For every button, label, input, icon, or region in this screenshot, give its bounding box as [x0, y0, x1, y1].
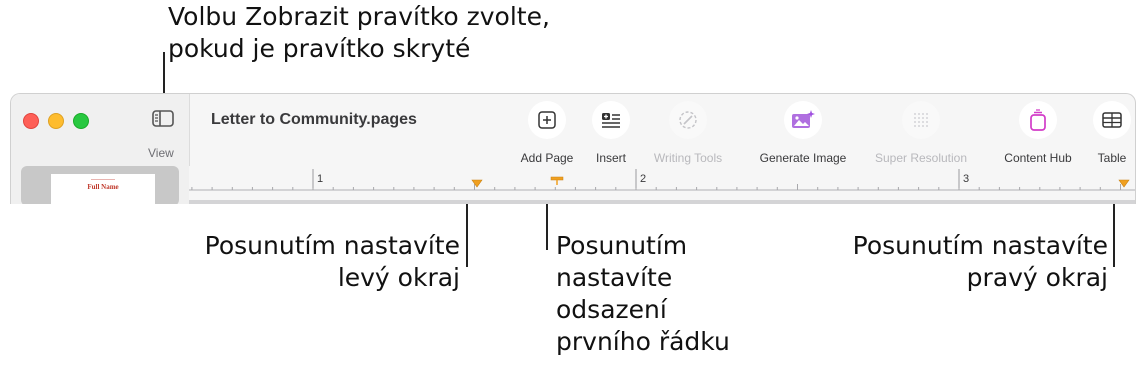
zoom-window-button[interactable]: [73, 113, 89, 129]
callout-left-margin: Posunutím nastavíte levý okraj: [204, 231, 460, 292]
callout-first-line-indent: Posunutím nastavíte odsazení prvního řád…: [556, 231, 730, 356]
close-window-button[interactable]: [23, 113, 39, 129]
insert-icon: [602, 113, 620, 128]
horizontal-ruler[interactable]: 1 2 3: [189, 166, 1135, 202]
table-button[interactable]: Table: [1087, 101, 1135, 165]
ruler-number-3: 3: [963, 173, 970, 185]
writing-tools-label: Writing Tools: [653, 151, 723, 165]
pages-window: View Full Name Letter to Community.pages…: [10, 93, 1136, 204]
leader-line-left-margin: [466, 197, 468, 267]
ruler-number-2: 2: [640, 173, 647, 185]
add-page-label: Add Page: [520, 151, 574, 165]
add-page-button[interactable]: Add Page: [507, 101, 587, 165]
sidebar: View Full Name: [11, 94, 190, 204]
super-resolution-button[interactable]: Super Resolution: [865, 101, 977, 165]
thumbnail-rule: [91, 179, 115, 180]
callout-right-margin: Posunutím nastavíte pravý okraj: [852, 231, 1108, 292]
content-hub-button[interactable]: Content Hub: [995, 101, 1081, 165]
writing-tools-button[interactable]: Writing Tools: [645, 101, 731, 165]
super-resolution-icon: [914, 113, 928, 127]
content-hub-icon: [1030, 109, 1046, 131]
table-icon: [1102, 112, 1122, 128]
content-hub-label: Content Hub: [1004, 151, 1072, 165]
minimize-window-button[interactable]: [48, 113, 64, 129]
thumbnail-title: Full Name: [87, 183, 119, 191]
page-thumbnail-preview: Full Name: [51, 174, 155, 204]
table-label: Table: [1097, 151, 1127, 165]
first-line-indent-marker[interactable]: [550, 176, 564, 181]
sidebar-toggle-icon: [152, 110, 174, 127]
insert-label: Insert: [595, 151, 626, 165]
callout-view-ruler: Volbu Zobrazit pravítko zvolte, pokud je…: [168, 2, 550, 63]
view-button-label: View: [148, 146, 174, 160]
generate-image-icon: [792, 110, 815, 128]
left-margin-marker[interactable]: [471, 179, 483, 188]
writing-tools-icon: [679, 111, 697, 129]
add-page-icon: [538, 111, 556, 129]
view-button[interactable]: [151, 108, 175, 130]
ruler-bottom-edge: [189, 200, 1135, 204]
insert-button[interactable]: Insert: [581, 101, 641, 165]
generate-image-button[interactable]: Generate Image: [751, 101, 855, 165]
super-resolution-label: Super Resolution: [874, 151, 968, 165]
leader-line-right-margin: [1113, 197, 1115, 267]
page-thumbnail[interactable]: Full Name: [21, 166, 179, 204]
ruler-number-1: 1: [317, 173, 324, 185]
document-title: Letter to Community.pages: [211, 111, 417, 128]
generate-image-label: Generate Image: [759, 151, 847, 165]
